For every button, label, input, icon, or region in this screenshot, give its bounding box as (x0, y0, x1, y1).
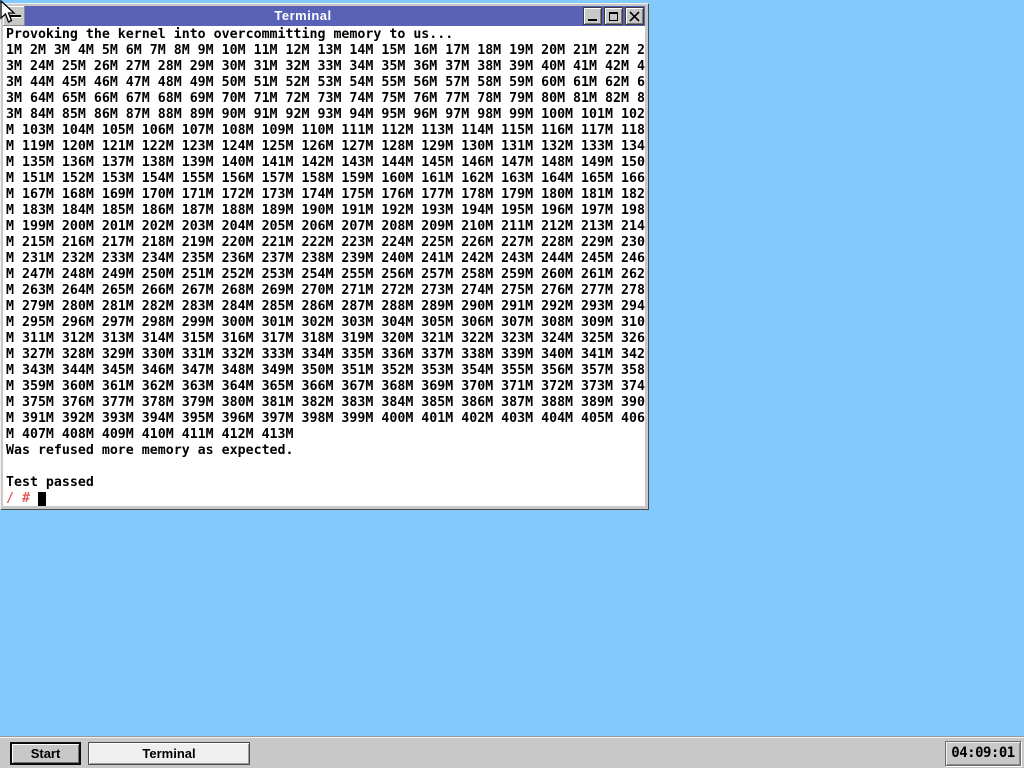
terminal-line: M 391M 392M 393M 394M 395M 396M 397M 398… (6, 411, 645, 427)
terminal-line: M 375M 376M 377M 378M 379M 380M 381M 382… (6, 395, 645, 411)
terminal-line: M 215M 216M 217M 218M 219M 220M 221M 222… (6, 235, 645, 251)
terminal-output[interactable]: Provoking the kernel into overcommitting… (3, 26, 645, 506)
terminal-line: M 247M 248M 249M 250M 251M 252M 253M 254… (6, 267, 645, 283)
terminal-line: M 151M 152M 153M 154M 155M 156M 157M 158… (6, 171, 645, 187)
maximize-icon (609, 12, 618, 21)
terminal-line: M 231M 232M 233M 234M 235M 236M 237M 238… (6, 251, 645, 267)
terminal-line: M 183M 184M 185M 186M 187M 188M 189M 190… (6, 203, 645, 219)
desktop: { "window": { "title": "Terminal", "cont… (0, 0, 1024, 768)
terminal-line: 3M 24M 25M 26M 27M 28M 29M 30M 31M 32M 3… (6, 59, 645, 75)
minimize-button[interactable] (583, 7, 602, 25)
terminal-line: Test passed (6, 475, 645, 491)
window-menu-icon (7, 15, 21, 17)
terminal-window: Terminal Provoking the kernel into overc… (0, 3, 648, 509)
window-menu-button[interactable] (3, 6, 25, 26)
taskbar-task-terminal[interactable]: Terminal (88, 742, 250, 765)
prompt-line: / # (6, 491, 645, 506)
terminal-line: M 279M 280M 281M 282M 283M 284M 285M 286… (6, 299, 645, 315)
text-cursor (38, 492, 46, 506)
terminal-line: M 327M 328M 329M 330M 331M 332M 333M 334… (6, 347, 645, 363)
terminal-line: 3M 64M 65M 66M 67M 68M 69M 70M 71M 72M 7… (6, 91, 645, 107)
terminal-line: 1M 2M 3M 4M 5M 6M 7M 8M 9M 10M 11M 12M 1… (6, 43, 645, 59)
terminal-line: 3M 84M 85M 86M 87M 88M 89M 90M 91M 92M 9… (6, 107, 645, 123)
shell-prompt: / # (6, 491, 30, 506)
terminal-lines: Provoking the kernel into overcommitting… (6, 27, 645, 491)
taskbar: Start Terminal 04:09:01 (0, 737, 1024, 768)
maximize-button[interactable] (604, 7, 623, 25)
terminal-line: M 295M 296M 297M 298M 299M 300M 301M 302… (6, 315, 645, 331)
terminal-line: M 343M 344M 345M 346M 347M 348M 349M 350… (6, 363, 645, 379)
window-controls (581, 6, 645, 26)
terminal-line: M 135M 136M 137M 138M 139M 140M 141M 142… (6, 155, 645, 171)
terminal-line: Provoking the kernel into overcommitting… (6, 27, 645, 43)
terminal-line (6, 459, 645, 475)
terminal-line: M 103M 104M 105M 106M 107M 108M 109M 110… (6, 123, 645, 139)
start-button[interactable]: Start (10, 742, 81, 765)
close-icon (629, 11, 640, 22)
close-button[interactable] (625, 7, 644, 25)
terminal-line: M 311M 312M 313M 314M 315M 316M 317M 318… (6, 331, 645, 347)
terminal-line: M 263M 264M 265M 266M 267M 268M 269M 270… (6, 283, 645, 299)
minimize-icon (588, 19, 597, 21)
terminal-line: M 359M 360M 361M 362M 363M 364M 365M 366… (6, 379, 645, 395)
terminal-line: M 119M 120M 121M 122M 123M 124M 125M 126… (6, 139, 645, 155)
window-title[interactable]: Terminal (25, 6, 581, 26)
terminal-line: M 199M 200M 201M 202M 203M 204M 205M 206… (6, 219, 645, 235)
terminal-line: 3M 44M 45M 46M 47M 48M 49M 50M 51M 52M 5… (6, 75, 645, 91)
taskbar-clock: 04:09:01 (945, 741, 1021, 766)
terminal-line: Was refused more memory as expected. (6, 443, 645, 459)
terminal-line: M 167M 168M 169M 170M 171M 172M 173M 174… (6, 187, 645, 203)
window-title-row: Terminal (3, 6, 645, 26)
terminal-line: M 407M 408M 409M 410M 411M 412M 413M (6, 427, 645, 443)
